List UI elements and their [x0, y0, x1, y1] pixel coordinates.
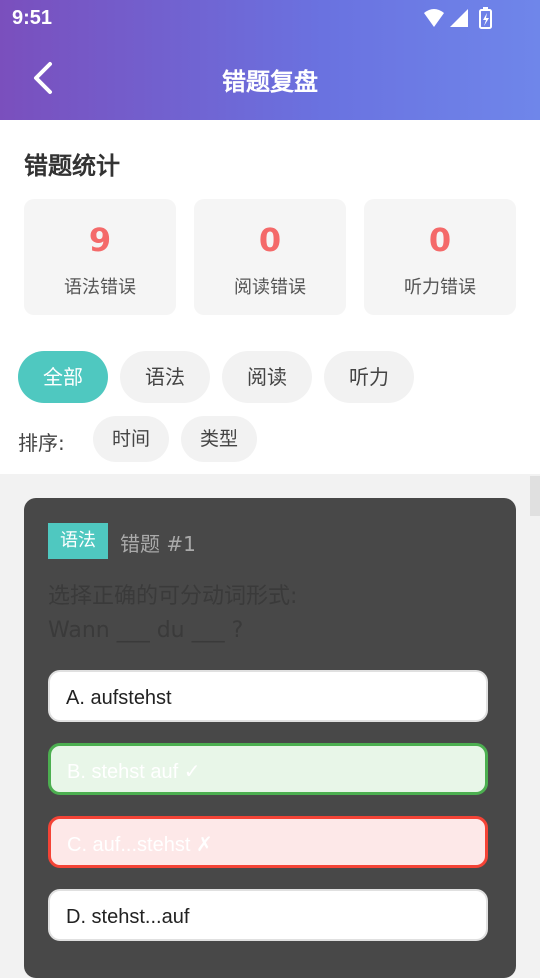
stat-value: 0 [428, 221, 452, 259]
sort-label: 排序: [18, 431, 65, 455]
scrollbar[interactable] [530, 476, 540, 516]
filter-tab-reading[interactable]: 阅读 [222, 351, 312, 403]
stat-value: 0 [258, 221, 282, 259]
status-time: 9:51 [12, 7, 53, 29]
answer-option-b[interactable]: B. stehst auf ✓ [48, 743, 488, 795]
title-bar: 错题复盘 [0, 48, 540, 108]
question-prompt: 选择正确的可分动词形式: Wann ___ du ___ ? [48, 580, 488, 648]
stats-panel: 错题统计 9 语法错误 0 阅读错误 0 听力错误 全部 语法 阅读 听力 排序… [0, 120, 540, 474]
app-header: 9:51 错题复盘 [0, 0, 540, 120]
stat-value: 9 [88, 221, 112, 259]
stat-card-reading: 0 阅读错误 [194, 199, 346, 315]
signal-icon [450, 9, 468, 27]
stat-card-listening: 0 听力错误 [364, 199, 516, 315]
answer-option-d[interactable]: D. stehst...auf [48, 889, 488, 941]
filter-tab-grammar[interactable]: 语法 [120, 351, 210, 403]
stat-label: 听力错误 [404, 277, 476, 298]
battery-icon [479, 7, 492, 29]
sort-by-type-button[interactable]: 类型 [181, 416, 257, 462]
question-prompt-line: 选择正确的可分动词形式: [48, 584, 298, 609]
question-card: 语法 错题 #1 选择正确的可分动词形式: Wann ___ du ___ ? … [24, 498, 516, 978]
stat-label: 阅读错误 [234, 277, 306, 298]
wifi-icon [424, 9, 444, 27]
question-prompt-line: Wann ___ du ___ ? [48, 618, 244, 643]
filter-tab-all[interactable]: 全部 [18, 351, 108, 403]
question-number: 错题 #1 [120, 532, 196, 556]
filter-tab-listening[interactable]: 听力 [324, 351, 414, 403]
page-title: 错题复盘 [222, 68, 318, 96]
answer-option-a[interactable]: A. aufstehst [48, 670, 488, 722]
stat-card-grammar: 9 语法错误 [24, 199, 176, 315]
question-type-badge: 语法 [48, 523, 108, 559]
stat-label: 语法错误 [64, 277, 136, 298]
status-bar: 9:51 [0, 0, 540, 38]
sort-by-time-button[interactable]: 时间 [93, 416, 169, 462]
status-icons [422, 7, 500, 29]
answer-option-c[interactable]: C. auf...stehst ✗ [48, 816, 488, 868]
stats-title: 错题统计 [24, 152, 120, 180]
